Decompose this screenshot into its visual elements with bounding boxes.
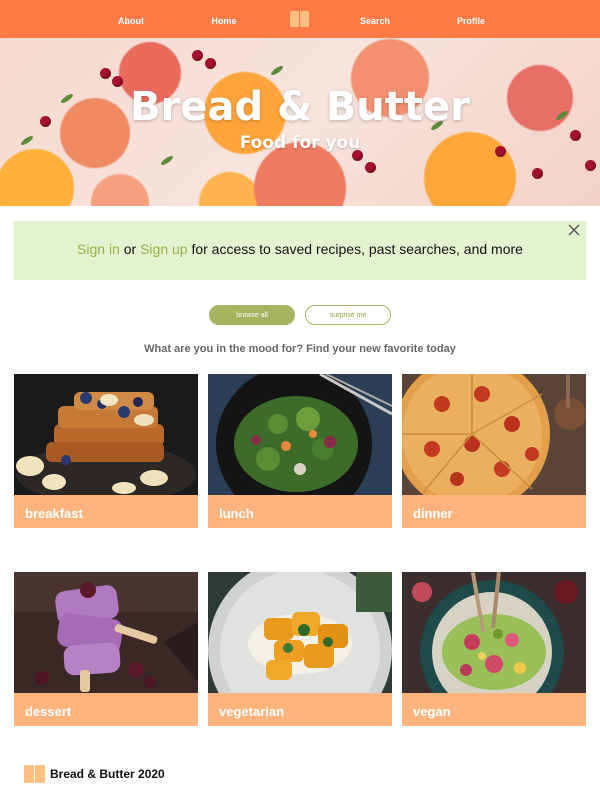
category-card-vegetarian[interactable]: vegetarian — [208, 572, 392, 726]
nav-about-link[interactable]: About — [96, 0, 166, 38]
category-card-dessert[interactable]: dessert — [14, 572, 198, 726]
footer-text: Bread & Butter 2020 — [50, 767, 165, 781]
vegan-image — [402, 572, 586, 693]
category-label: vegan — [402, 693, 586, 726]
vegetarian-image — [208, 572, 392, 693]
category-label: lunch — [208, 495, 392, 528]
dinner-image — [402, 374, 586, 495]
surprise-me-button[interactable]: surprise me — [305, 305, 391, 325]
hero-banner: Bread & Butter Food for you — [0, 38, 600, 206]
nav-home-link[interactable]: Home — [189, 0, 259, 38]
lunch-image — [208, 374, 392, 495]
open-book-icon[interactable] — [290, 11, 309, 27]
nav-search-link[interactable]: Search — [340, 0, 410, 38]
signin-or-text: or — [123, 241, 137, 257]
category-card-vegan[interactable]: vegan — [402, 572, 586, 726]
top-nav: About Home Search Profile — [0, 0, 600, 38]
dessert-image — [14, 572, 198, 693]
signin-rest-text: for access to saved recipes, past search… — [191, 241, 523, 257]
nav-profile-link[interactable]: Profile — [436, 0, 506, 38]
page-tagline: What are you in the mood for? Find your … — [144, 343, 456, 355]
sign-in-link[interactable]: Sign in — [77, 241, 120, 257]
category-card-dinner[interactable]: dinner — [402, 374, 586, 528]
sign-up-link[interactable]: Sign up — [140, 241, 187, 257]
open-book-icon — [24, 765, 46, 783]
category-card-breakfast[interactable]: breakfast — [14, 374, 198, 528]
category-label: dessert — [14, 693, 198, 726]
close-icon[interactable] — [566, 223, 582, 239]
hero-subtitle: Food for you — [239, 133, 361, 153]
signin-message: Sign in or Sign up for access to saved r… — [14, 241, 586, 257]
category-label: breakfast — [14, 495, 198, 528]
browse-all-button[interactable]: browse all — [209, 305, 295, 325]
breakfast-image — [14, 374, 198, 495]
category-card-lunch[interactable]: lunch — [208, 374, 392, 528]
signin-banner: Sign in or Sign up for access to saved r… — [14, 221, 586, 280]
hero-title: Bread & Butter — [130, 84, 470, 130]
category-label: dinner — [402, 495, 586, 528]
category-label: vegetarian — [208, 693, 392, 726]
